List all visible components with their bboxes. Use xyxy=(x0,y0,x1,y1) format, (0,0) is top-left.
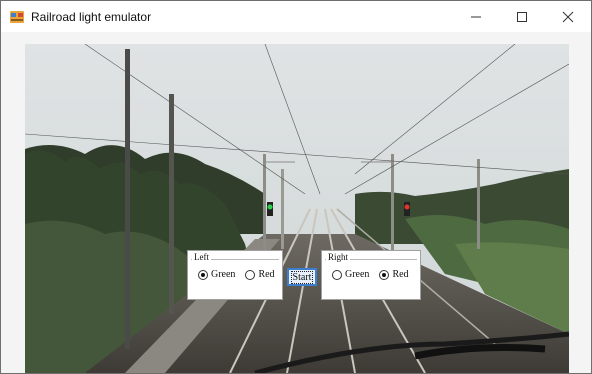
start-button[interactable]: Start xyxy=(287,268,317,286)
left-radio-row: Green Red xyxy=(198,269,285,280)
minimize-button[interactable] xyxy=(453,1,499,32)
window-title: Railroad light emulator xyxy=(31,9,152,24)
left-green-label: Green xyxy=(211,269,236,280)
right-radio-row: Green Red xyxy=(332,269,419,280)
window-controls xyxy=(453,1,591,32)
client-area: Left Green Red Start Right Green Red xyxy=(1,32,591,373)
right-red-label: Red xyxy=(392,269,409,280)
minimize-icon xyxy=(471,16,481,17)
close-button[interactable] xyxy=(545,1,591,32)
maximize-button[interactable] xyxy=(499,1,545,32)
railroad-track-photo xyxy=(25,44,569,373)
left-signal-group: Left Green Red xyxy=(187,250,283,300)
app-icon xyxy=(9,9,25,25)
right-green-radio[interactable]: Green xyxy=(332,269,369,280)
left-green-radio[interactable]: Green xyxy=(198,269,235,280)
right-signal-group: Right Green Red xyxy=(321,250,421,300)
close-icon xyxy=(562,11,574,22)
left-red-label: Red xyxy=(258,269,275,280)
railroad-scene-image xyxy=(25,44,569,373)
right-group-title: Right xyxy=(326,252,351,262)
radio-unchecked-icon xyxy=(332,269,342,280)
radio-checked-icon xyxy=(198,269,208,280)
radio-unchecked-icon xyxy=(245,269,256,280)
maximize-icon xyxy=(517,11,527,22)
right-red-radio[interactable]: Red xyxy=(379,269,409,280)
start-button-label: Start xyxy=(290,270,314,284)
left-signal-light xyxy=(267,204,273,210)
app-window: Railroad light emulator Left Green Red S… xyxy=(0,0,592,374)
left-red-radio[interactable]: Red xyxy=(245,269,275,280)
right-green-label: Green xyxy=(345,269,370,280)
left-group-title: Left xyxy=(192,252,211,262)
title-bar[interactable]: Railroad light emulator xyxy=(1,1,591,32)
radio-checked-icon xyxy=(379,269,390,280)
right-signal-light xyxy=(404,204,410,210)
